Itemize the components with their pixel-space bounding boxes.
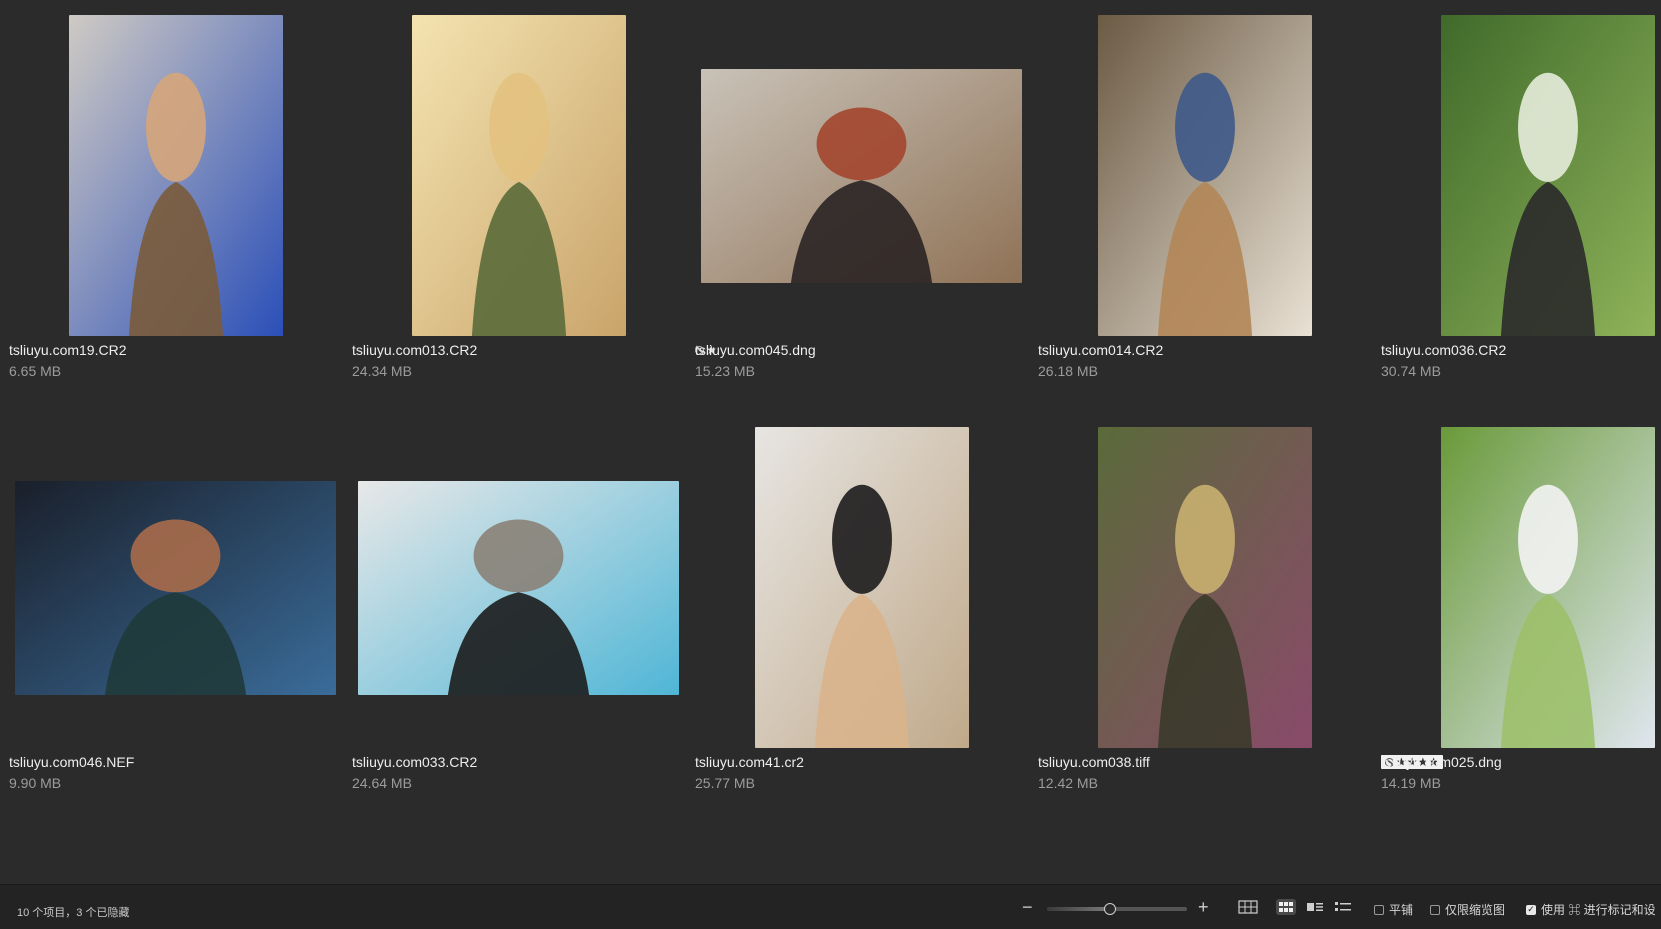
file-name[interactable]: tsliuyu.com033.CR2 — [352, 754, 477, 770]
file-name[interactable]: tsliuyu.com045.dng — [695, 342, 816, 358]
photo-thumbnail[interactable] — [69, 15, 283, 336]
file-name[interactable]: tsliuyu.com19.CR2 — [9, 342, 127, 358]
file-tile[interactable]: ★★★★ tsliuyu.com025.dng 14.19 MB — [1376, 412, 1661, 812]
use-cmd-marking-checkbox[interactable]: ✓ 使用 ⌘ 进行标记和设 — [1526, 901, 1656, 918]
file-tile[interactable]: tsliuyu.com19.CR2 6.65 MB — [4, 0, 347, 400]
file-size: 24.64 MB — [352, 775, 412, 791]
file-tile[interactable]: tsliuyu.com046.NEF 9.90 MB — [4, 412, 347, 812]
photo-thumbnail[interactable] — [412, 15, 626, 336]
item-count-text: 10 个项目，3 个已隐藏 — [17, 907, 130, 919]
file-tile[interactable]: tsliuyu.com033.CR2 24.64 MB — [347, 412, 690, 812]
photo-thumbnail[interactable] — [15, 481, 336, 695]
file-size: 30.74 MB — [1381, 363, 1441, 379]
zoom-out-button[interactable]: − — [1022, 897, 1033, 918]
file-tile[interactable]: tsliuyu.com036.CR2 30.74 MB — [1376, 0, 1661, 400]
photo-thumbnail[interactable] — [1098, 427, 1312, 748]
use-cmd-marking-checkbox-box[interactable]: ✓ — [1526, 904, 1536, 915]
file-name[interactable]: tsliuyu.com013.CR2 — [352, 342, 477, 358]
tile-checkbox-box[interactable] — [1374, 904, 1384, 915]
filmstrip-view-icon[interactable] — [1305, 899, 1325, 915]
file-tile[interactable]: tsliuyu.com41.cr2 25.77 MB — [690, 412, 1033, 812]
photo-thumbnail[interactable] — [1441, 427, 1655, 748]
grid-view-small-icon[interactable] — [1276, 899, 1296, 915]
file-tile[interactable]: ★ tsliuyu.com045.dng 15.23 MB — [690, 0, 1033, 400]
photo-thumbnail[interactable] — [358, 481, 679, 695]
thumbnail-grid: tsliuyu.com19.CR2 6.65 MB tsliuyu.com013.C… — [0, 0, 1661, 884]
grid-view-large-icon[interactable] — [1238, 899, 1258, 915]
tile-checkbox-label: 平铺 — [1389, 903, 1414, 917]
tile-checkbox[interactable]: 平铺 — [1374, 901, 1413, 918]
zoom-slider-thumb[interactable] — [1104, 903, 1116, 915]
file-tile[interactable]: tsliuyu.com014.CR2 26.18 MB — [1033, 0, 1376, 400]
file-name[interactable]: tsliuyu.com014.CR2 — [1038, 342, 1163, 358]
use-cmd-marking-checkbox-label: 使用 ⌘ 进行标记和设 — [1541, 903, 1656, 917]
file-size: 6.65 MB — [9, 363, 62, 379]
file-size: 12.42 MB — [1038, 775, 1098, 791]
file-size: 9.90 MB — [9, 775, 62, 791]
photo-thumbnail[interactable] — [755, 427, 969, 748]
file-size: 15.23 MB — [695, 363, 755, 379]
photo-thumbnail[interactable] — [701, 69, 1022, 283]
file-size: 24.34 MB — [352, 363, 412, 379]
status-bar: 10 个项目，3 个已隐藏 − + 平铺 仅限缩览图 ✓ 使用 ⌘ 进行标记和设 — [0, 884, 1661, 929]
thumbnails-only-checkbox-box[interactable] — [1430, 904, 1440, 915]
thumbnails-only-checkbox[interactable]: 仅限缩览图 — [1430, 901, 1505, 918]
file-size: 14.19 MB — [1381, 775, 1441, 791]
file-tile[interactable]: tsliuyu.com038.tiff 12.42 MB — [1033, 412, 1376, 812]
thumbnails-only-checkbox-label: 仅限缩览图 — [1445, 903, 1506, 917]
file-name[interactable]: tsliuyu.com046.NEF — [9, 754, 134, 770]
photo-thumbnail[interactable] — [1441, 15, 1655, 336]
file-name[interactable]: tsliuyu.com038.tiff — [1038, 754, 1150, 770]
file-size: 25.77 MB — [695, 775, 755, 791]
list-view-icon[interactable] — [1333, 899, 1353, 915]
photo-thumbnail[interactable] — [1098, 15, 1312, 336]
file-tile[interactable]: tsliuyu.com013.CR2 24.34 MB — [347, 0, 690, 400]
file-size: 26.18 MB — [1038, 363, 1098, 379]
file-name[interactable]: tsliuyu.com036.CR2 — [1381, 342, 1506, 358]
zoom-in-button[interactable]: + — [1198, 897, 1209, 918]
file-name[interactable]: tsliuyu.com41.cr2 — [695, 754, 804, 770]
file-name[interactable]: tsliuyu.com025.dng — [1381, 754, 1502, 770]
zoom-slider[interactable] — [1047, 903, 1187, 915]
